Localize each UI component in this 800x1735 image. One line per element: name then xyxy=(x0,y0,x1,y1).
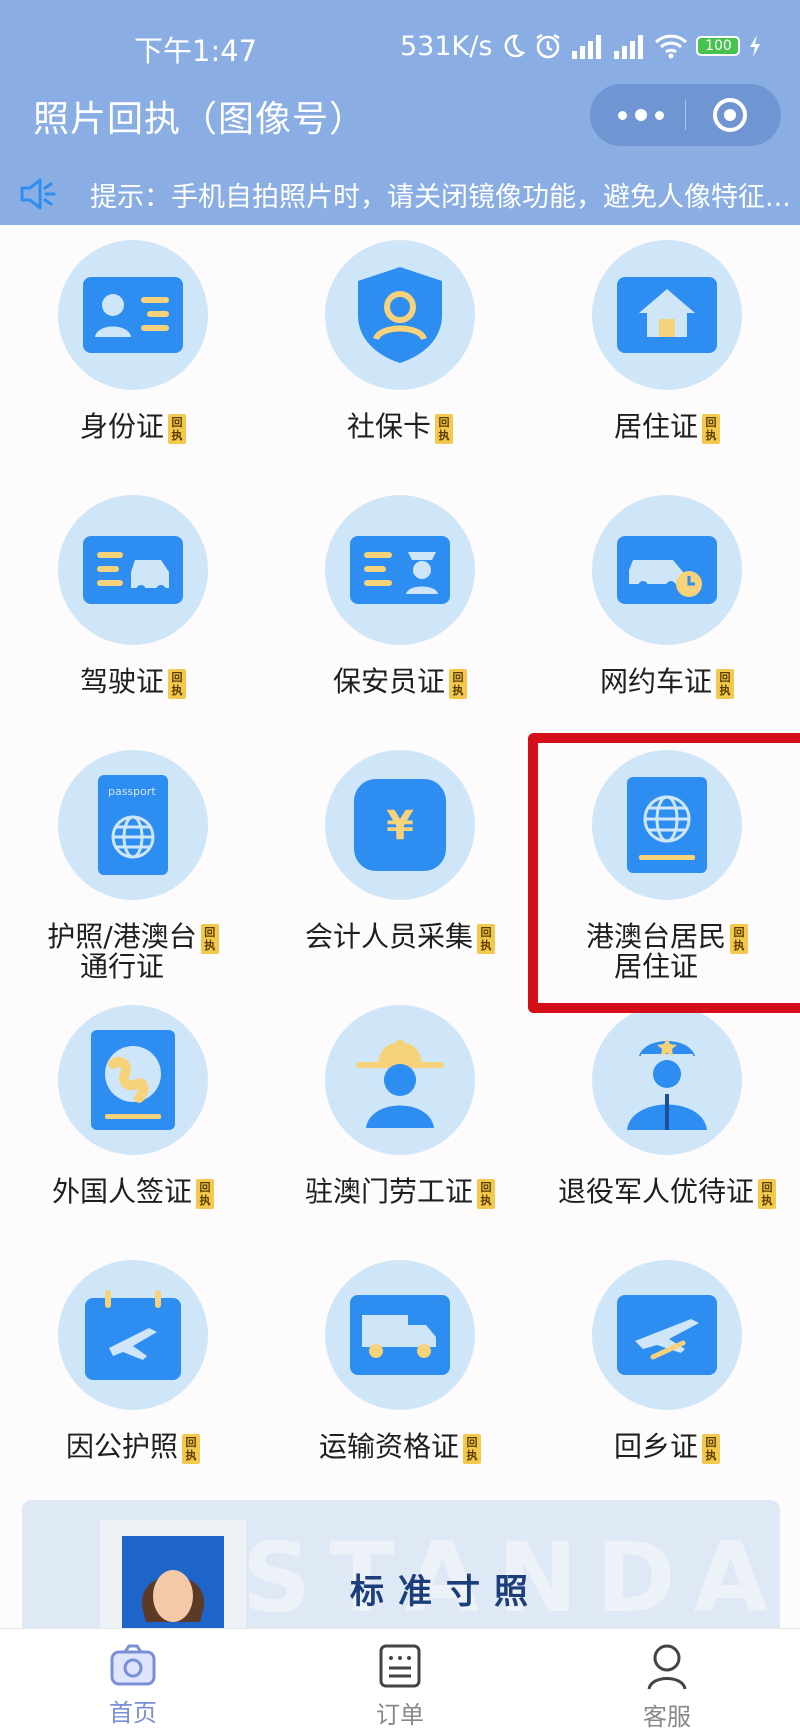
service-label: 退役军人优待证回执 xyxy=(558,1177,776,1209)
ride-hailing-car-icon xyxy=(592,495,742,645)
service-label: 身份证回执 xyxy=(80,412,186,444)
tab-label: 首页 xyxy=(109,1699,157,1727)
service-label: 驻澳门劳工证回执 xyxy=(305,1177,495,1209)
notice-bar: 提示：手机自拍照片时，请关闭镜像功能，避免人像特征... xyxy=(0,163,800,225)
receipt-tag: 回执 xyxy=(716,669,734,699)
tab-orders[interactable]: 订单 xyxy=(340,1629,460,1735)
flight-calendar-icon xyxy=(58,1260,208,1410)
social-security-shield-icon xyxy=(325,240,475,390)
capsule-divider xyxy=(685,100,686,130)
header-bar: 下午1:47 531K/s 100 照片回执（图像号） 提示：手机自拍照片时，请… xyxy=(0,0,800,225)
receipt-tag: 回执 xyxy=(477,924,495,954)
status-icons: 531K/s 100 xyxy=(400,26,762,66)
mini-program-capsule xyxy=(590,84,781,146)
veteran-icon xyxy=(592,1005,742,1155)
service-label: 居住证回执 xyxy=(614,412,720,444)
service-social-security[interactable]: 社保卡回执 xyxy=(267,240,533,495)
service-veteran[interactable]: 退役军人优待证回执 xyxy=(534,1005,800,1260)
close-target-icon[interactable] xyxy=(713,98,747,132)
worker-helmet-icon xyxy=(325,1005,475,1155)
wifi-icon xyxy=(655,34,688,59)
house-icon xyxy=(592,240,742,390)
camera-icon xyxy=(110,1644,156,1686)
battery-indicator: 100 xyxy=(696,36,741,56)
service-label: 驾驶证回执 xyxy=(80,667,186,699)
moon-icon xyxy=(505,34,526,58)
airplane-card-icon xyxy=(592,1260,742,1410)
yen-symbol: ¥ xyxy=(386,803,414,849)
service-label: 外国人签证回执 xyxy=(52,1177,214,1209)
receipt-tag: 回执 xyxy=(182,1434,200,1464)
bottom-tab-bar: 首页 订单 客服 xyxy=(0,1628,800,1735)
receipt-tag: 回执 xyxy=(200,924,219,954)
service-label: 回乡证回执 xyxy=(614,1432,720,1464)
security-guard-card-icon xyxy=(325,495,475,645)
id-card-icon xyxy=(58,240,208,390)
signal-icon-2 xyxy=(614,35,644,59)
service-label: 会计人员采集回执 xyxy=(305,922,495,954)
service-label: 社保卡回执 xyxy=(347,412,453,444)
receipt-tag: 回执 xyxy=(758,1179,776,1209)
service-residence[interactable]: 居住证回执 xyxy=(534,240,800,495)
network-speed: 531K/s xyxy=(400,30,493,62)
status-time: 下午1:47 xyxy=(134,34,258,68)
service-accountant[interactable]: ¥ 会计人员采集回执 xyxy=(267,750,533,1005)
receipt-tag: 回执 xyxy=(168,669,186,699)
order-list-icon xyxy=(379,1644,421,1688)
signal-icon xyxy=(572,35,602,59)
service-home-return[interactable]: 回乡证回执 xyxy=(534,1260,800,1515)
globe-book-icon xyxy=(58,1005,208,1155)
service-label: 网约车证回执 xyxy=(600,667,734,699)
receipt-tag: 回执 xyxy=(435,414,453,444)
receipt-tag: 回执 xyxy=(196,1179,214,1209)
service-security-guard[interactable]: 保安员证回执 xyxy=(267,495,533,750)
passport-icon: passport xyxy=(58,750,208,900)
receipt-tag: 回执 xyxy=(702,1434,720,1464)
service-label: 运输资格证回执 xyxy=(319,1432,481,1464)
service-id-card[interactable]: 身份证回执 xyxy=(0,240,266,495)
service-macao-worker[interactable]: 驻澳门劳工证回执 xyxy=(267,1005,533,1260)
receipt-tag: 回执 xyxy=(477,1179,495,1209)
sample-portrait xyxy=(100,1520,246,1640)
receipt-tag: 回执 xyxy=(463,1434,481,1464)
passport-word: passport xyxy=(108,785,156,798)
page-title: 照片回执（图像号） xyxy=(33,99,367,140)
service-transport[interactable]: 运输资格证回执 xyxy=(267,1260,533,1515)
tab-label: 客服 xyxy=(643,1703,691,1731)
service-ride-hailing[interactable]: 网约车证回执 xyxy=(534,495,800,750)
customer-service-icon xyxy=(647,1644,687,1690)
service-passport[interactable]: passport 护照/港澳台 通行证回执 xyxy=(0,750,266,1005)
service-driver-license[interactable]: 驾驶证回执 xyxy=(0,495,266,750)
notice-text: 提示：手机自拍照片时，请关闭镜像功能，避免人像特征... xyxy=(90,181,791,213)
service-label: 保安员证回执 xyxy=(333,667,467,699)
more-menu-button[interactable] xyxy=(618,106,664,124)
banner-title: 标准寸照 xyxy=(350,1572,542,1612)
tab-label: 订单 xyxy=(376,1701,424,1729)
tab-customer-service[interactable]: 客服 xyxy=(607,1629,727,1735)
tab-home[interactable]: 首页 xyxy=(73,1629,193,1735)
speaker-icon xyxy=(20,178,56,210)
receipt-tag: 回执 xyxy=(702,414,720,444)
yen-icon: ¥ xyxy=(325,750,475,900)
charging-icon xyxy=(750,35,761,57)
service-official-passport[interactable]: 因公护照回执 xyxy=(0,1260,266,1515)
red-highlight-frame xyxy=(528,733,800,1013)
receipt-tag: 回执 xyxy=(168,414,186,444)
car-license-icon xyxy=(58,495,208,645)
alarm-icon xyxy=(536,33,561,59)
receipt-tag: 回执 xyxy=(449,669,467,699)
service-foreigner-visa[interactable]: 外国人签证回执 xyxy=(0,1005,266,1260)
service-label: 因公护照回执 xyxy=(66,1432,200,1464)
standard-photo-banner[interactable]: STANDAR 标准寸照 xyxy=(22,1500,780,1640)
service-label: 护照/港澳台 通行证回执 xyxy=(47,922,219,982)
truck-icon xyxy=(325,1260,475,1410)
